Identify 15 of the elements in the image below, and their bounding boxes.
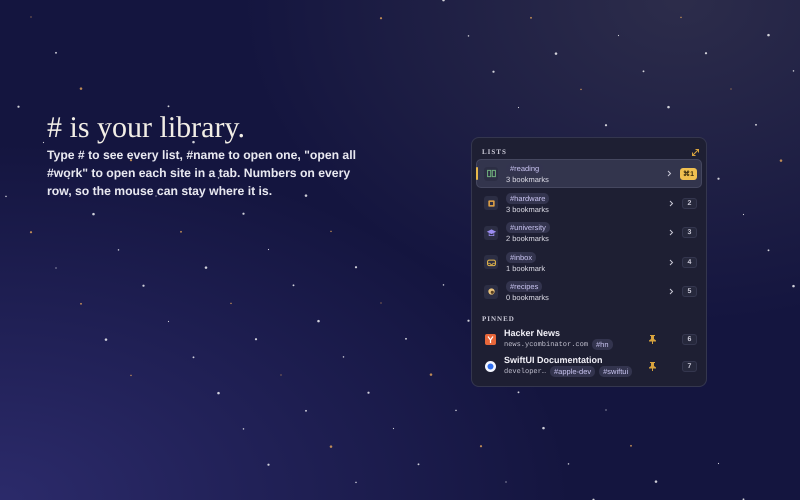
site-title: Hacker News [504, 328, 560, 338]
y-logo-icon [485, 334, 496, 344]
site-title: SwiftUI Documentation [504, 355, 602, 365]
heading: # is your library. [47, 112, 246, 144]
chevron-icon [669, 229, 674, 236]
chevron-icon [669, 258, 674, 266]
chevron-icon [669, 288, 674, 295]
globe-icon [485, 360, 496, 372]
expand-icon[interactable] [692, 149, 699, 156]
pin-icon [649, 334, 656, 344]
chevron-icon [669, 200, 674, 206]
selection-indicator [476, 167, 478, 180]
description: Type # to see every list, #name to open one, "open all #work" to open each site in a tab. Numbers on every row, so the mouse can stay where it is. [47, 147, 357, 200]
chevron-icon [667, 170, 672, 177]
pin-icon [649, 362, 656, 370]
